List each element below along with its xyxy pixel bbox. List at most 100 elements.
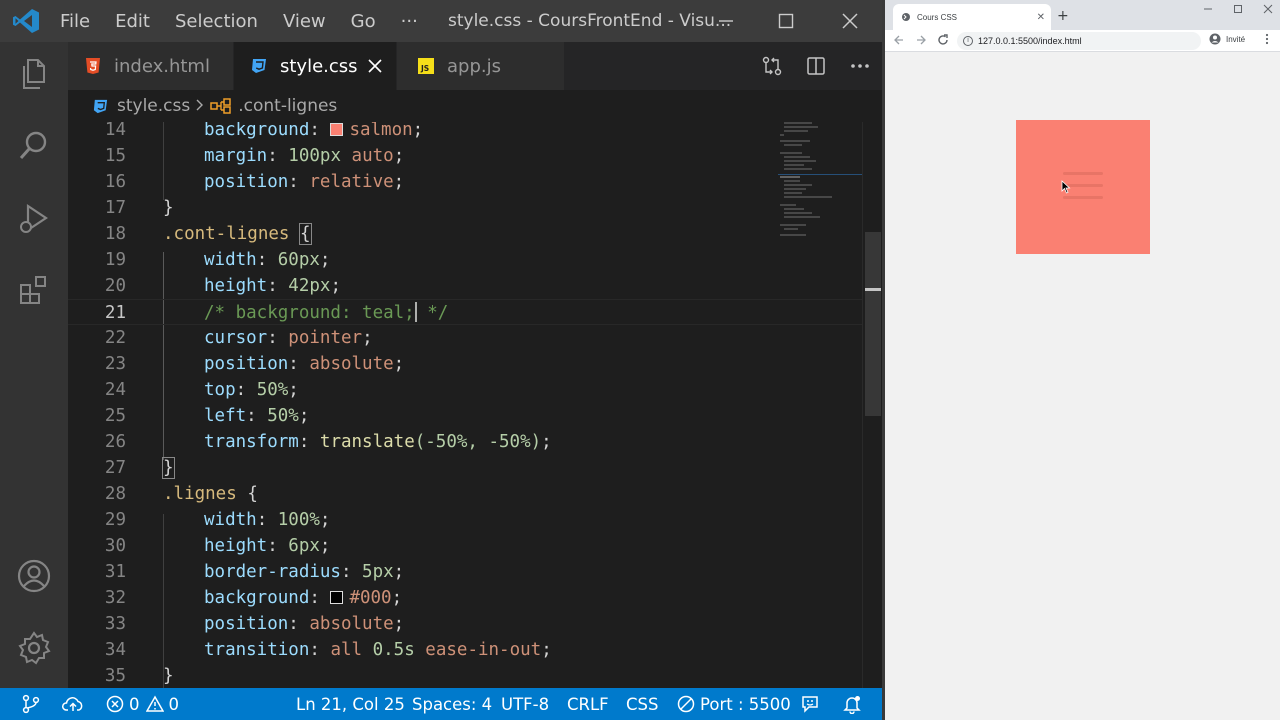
code-line: 28 .lignes { bbox=[104, 484, 258, 504]
explorer-button[interactable] bbox=[14, 54, 54, 94]
browser-maximize-button[interactable] bbox=[1233, 4, 1243, 17]
circle-slash-icon bbox=[677, 695, 695, 713]
code-line: 15 margin: 100px auto; bbox=[104, 146, 405, 166]
split-editor-button[interactable] bbox=[794, 42, 838, 90]
status-bar: 0 0 Ln 21, Col 25 Spaces: 4 UTF-8 CRLF C… bbox=[0, 688, 882, 720]
info-icon[interactable]: i bbox=[963, 36, 973, 46]
code-line: 17} bbox=[104, 198, 174, 218]
menu-go[interactable]: Go bbox=[351, 11, 376, 32]
code-editor[interactable]: 14 background: salmon; 15 margin: 100px au… bbox=[68, 122, 862, 688]
svg-text:JS: JS bbox=[420, 64, 429, 73]
warning-icon bbox=[145, 695, 164, 712]
search-icon bbox=[19, 131, 47, 160]
language-mode[interactable]: CSS bbox=[626, 688, 658, 720]
git-branch-icon bbox=[22, 694, 40, 714]
browser-toolbar: i 127.0.0.1:5500/index.html Invité bbox=[885, 30, 1280, 52]
warning-count: 0 bbox=[168, 694, 180, 714]
live-server-status[interactable]: Port : 5500 bbox=[677, 688, 791, 720]
problems-status[interactable]: 0 0 bbox=[106, 688, 179, 720]
code-line: 16 position: relative; bbox=[104, 172, 405, 192]
vscode-window: File Edit Selection View Go ··· style.cs… bbox=[0, 0, 882, 720]
more-actions-button[interactable] bbox=[838, 42, 882, 90]
code-line: 19 width: 60px; bbox=[104, 250, 331, 270]
browser-minimize-button[interactable] bbox=[1203, 4, 1213, 17]
globe-icon bbox=[902, 13, 910, 21]
arrow-left-icon bbox=[894, 35, 903, 45]
breadcrumb-file[interactable]: style.css bbox=[117, 96, 190, 116]
browser-menu-button[interactable] bbox=[1265, 33, 1269, 48]
back-button[interactable] bbox=[893, 33, 905, 50]
arrow-right-icon bbox=[917, 35, 926, 45]
code-line: 31 border-radius: 5px; bbox=[104, 562, 405, 582]
forward-button[interactable] bbox=[915, 33, 927, 50]
notifications-button[interactable] bbox=[842, 688, 867, 720]
search-button[interactable] bbox=[14, 126, 54, 166]
browser-tab-active[interactable]: Cours CSS ✕ bbox=[893, 4, 1051, 30]
color-swatch[interactable] bbox=[330, 123, 344, 136]
close-icon bbox=[842, 13, 858, 29]
browser-window: Cours CSS ✕ + i 127.0.0.1:5500/index.htm… bbox=[882, 0, 1280, 720]
scrollbar-cursor-marker bbox=[865, 288, 881, 291]
account-icon bbox=[17, 559, 51, 593]
editor-actions bbox=[750, 42, 882, 90]
tab-label: index.html bbox=[114, 55, 210, 77]
source-control-status[interactable] bbox=[22, 688, 45, 720]
accounts-button[interactable] bbox=[14, 556, 54, 596]
cloud-upload-icon bbox=[62, 697, 83, 711]
minimap[interactable] bbox=[774, 122, 864, 688]
menu-bar: File Edit Selection View Go ··· bbox=[60, 0, 443, 42]
maximize-icon bbox=[778, 13, 794, 29]
menu-file[interactable]: File bbox=[60, 11, 90, 32]
close-tab-icon[interactable]: ✕ bbox=[1037, 12, 1045, 23]
code-line: 22 cursor: pointer; bbox=[104, 328, 373, 348]
code-line: 14 background: salmon; bbox=[104, 122, 424, 140]
minimize-icon bbox=[719, 20, 733, 22]
new-tab-button[interactable]: + bbox=[1057, 8, 1069, 24]
indentation-status[interactable]: Spaces: 4 bbox=[412, 688, 492, 720]
address-bar[interactable]: i 127.0.0.1:5500/index.html bbox=[957, 32, 1201, 50]
cursor-position[interactable]: Ln 21, Col 25 bbox=[296, 688, 405, 720]
maximize-icon bbox=[1234, 5, 1242, 13]
tab-app-js[interactable]: JS app.js bbox=[397, 42, 565, 90]
reload-button[interactable] bbox=[937, 33, 949, 50]
manage-button[interactable] bbox=[14, 628, 54, 668]
menu-selection[interactable]: Selection bbox=[175, 11, 258, 32]
editor-scrollbar[interactable] bbox=[862, 122, 882, 688]
eol-status[interactable]: CRLF bbox=[567, 688, 609, 720]
error-count: 0 bbox=[129, 694, 140, 714]
editor-tabs: index.html style.css JS app.js bbox=[68, 42, 882, 90]
tab-index-html[interactable]: index.html bbox=[68, 42, 234, 90]
window-title: style.css - CoursFrontEnd - Visu... bbox=[448, 11, 732, 31]
sync-status[interactable] bbox=[62, 688, 89, 720]
files-icon bbox=[23, 59, 45, 89]
color-swatch[interactable] bbox=[330, 591, 344, 604]
browser-tab-strip: Cours CSS ✕ + bbox=[885, 0, 1280, 30]
extensions-button[interactable] bbox=[14, 270, 54, 310]
browser-close-button[interactable] bbox=[1263, 4, 1273, 17]
run-debug-button[interactable] bbox=[14, 198, 54, 238]
error-icon bbox=[106, 695, 124, 713]
code-line: 33 position: absolute; bbox=[104, 614, 405, 634]
tab-label: app.js bbox=[447, 55, 501, 77]
close-tab-icon[interactable] bbox=[368, 59, 382, 73]
code-line: 25 left: 50%; bbox=[104, 406, 310, 426]
tab-style-css[interactable]: style.css bbox=[234, 42, 397, 90]
minimize-button[interactable] bbox=[696, 0, 756, 42]
code-line: 23 position: absolute; bbox=[104, 354, 405, 374]
breadcrumb-symbol[interactable]: .cont-lignes bbox=[238, 96, 337, 116]
scrollbar-thumb[interactable] bbox=[865, 232, 881, 416]
menu-view[interactable]: View bbox=[283, 11, 326, 32]
browser-tab-title: Cours CSS bbox=[917, 12, 958, 22]
minimize-icon bbox=[1204, 8, 1212, 10]
code-line: 24 top: 50%; bbox=[104, 380, 299, 400]
profile-button[interactable]: Invité bbox=[1209, 33, 1245, 45]
compare-changes-button[interactable] bbox=[750, 42, 794, 90]
maximize-button[interactable] bbox=[756, 0, 816, 42]
git-compare-icon bbox=[762, 56, 782, 76]
code-line: 20 height: 42px; bbox=[104, 276, 341, 296]
menu-edit[interactable]: Edit bbox=[115, 11, 150, 32]
feedback-button[interactable] bbox=[800, 688, 825, 720]
close-window-button[interactable] bbox=[820, 0, 880, 42]
menu-more[interactable]: ··· bbox=[401, 11, 418, 32]
encoding-status[interactable]: UTF-8 bbox=[501, 688, 549, 720]
